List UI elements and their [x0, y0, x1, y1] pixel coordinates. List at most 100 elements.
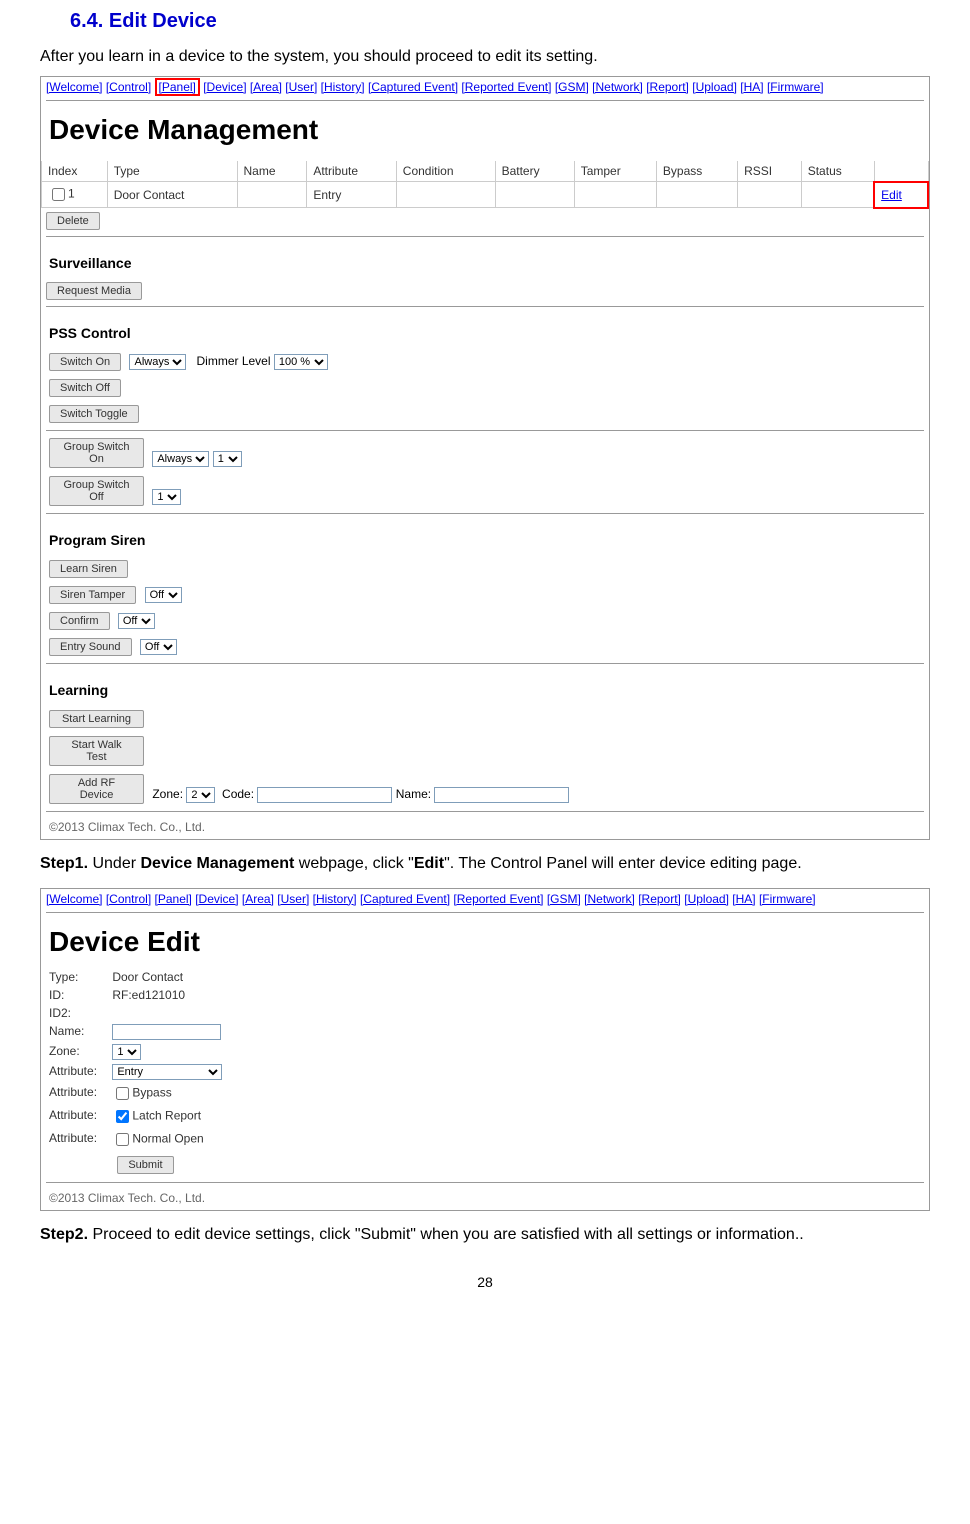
nav-captured-event[interactable]: [Captured Event] — [368, 80, 458, 94]
bypass-label: Bypass — [132, 1085, 171, 1099]
nav-report[interactable]: [Report] — [646, 80, 689, 94]
zone-select[interactable]: 2 — [186, 787, 215, 803]
col-type: Type — [107, 161, 237, 182]
separator — [46, 663, 924, 664]
cell-status — [801, 182, 874, 208]
zone-label: Zone: — [152, 787, 183, 801]
separator — [46, 1182, 924, 1183]
cell-rssi — [738, 182, 802, 208]
switch-toggle-button[interactable]: Switch Toggle — [49, 405, 139, 423]
group-off-num-select[interactable]: 1 — [152, 489, 181, 505]
step1-t3: ". The Control Panel will enter device e… — [444, 855, 802, 872]
bypass-checkbox[interactable] — [116, 1087, 129, 1100]
siren-tamper-select[interactable]: Off — [145, 587, 182, 603]
nav-network[interactable]: [Network] — [592, 80, 643, 94]
nav-reported-event[interactable]: [Reported Event] — [461, 80, 551, 94]
nav-device[interactable]: [Device] — [203, 80, 246, 94]
group-switch-off-button[interactable]: Group Switch Off — [49, 476, 144, 506]
nav-bar: [Welcome] [Control] [Panel] [Device] [Ar… — [41, 77, 929, 97]
nav-control[interactable]: [Control] — [106, 892, 151, 906]
latch-checkbox[interactable] — [116, 1110, 129, 1123]
nav-upload[interactable]: [Upload] — [684, 892, 729, 906]
pss-control-heading: PSS Control — [41, 310, 929, 349]
nav-bar-2: [Welcome] [Control] [Panel] [Device] [Ar… — [41, 889, 929, 909]
entry-sound-button[interactable]: Entry Sound — [49, 638, 132, 656]
nav-welcome[interactable]: [Welcome] — [46, 80, 102, 94]
add-rf-device-button[interactable]: Add RF Device — [49, 774, 144, 804]
zone-label-2: Zone: — [49, 1044, 109, 1058]
nav-firmware[interactable]: [Firmware] — [759, 892, 816, 906]
page-heading: Device Management — [41, 104, 929, 156]
nav-user[interactable]: [User] — [277, 892, 309, 906]
switch-on-button[interactable]: Switch On — [49, 353, 121, 371]
nav-device[interactable]: [Device] — [195, 892, 238, 906]
normal-open-checkbox[interactable] — [116, 1133, 129, 1146]
zone-select-2[interactable]: 1 — [112, 1044, 141, 1060]
attr-label-2: Attribute: — [49, 1085, 109, 1099]
start-walk-test-button[interactable]: Start Walk Test — [49, 736, 144, 766]
screenshot-device-edit: [Welcome] [Control] [Panel] [Device] [Ar… — [40, 888, 930, 1211]
nav-upload[interactable]: [Upload] — [692, 80, 737, 94]
nav-panel[interactable]: [Panel] — [155, 892, 192, 906]
nav-area[interactable]: [Area] — [250, 80, 282, 94]
group-switch-on-button[interactable]: Group Switch On — [49, 438, 144, 468]
switch-off-button[interactable]: Switch Off — [49, 379, 121, 397]
attr-label-3: Attribute: — [49, 1108, 109, 1122]
col-status: Status — [801, 161, 874, 182]
step1-t1: Under — [92, 855, 140, 872]
separator — [46, 306, 924, 307]
row-checkbox[interactable] — [52, 188, 65, 201]
separator — [46, 811, 924, 812]
step2-text: Step2. Proceed to edit device settings, … — [40, 1226, 930, 1244]
nav-captured-event[interactable]: [Captured Event] — [360, 892, 450, 906]
id-value: RF:ed121010 — [112, 988, 185, 1002]
submit-button[interactable]: Submit — [117, 1156, 173, 1174]
id2-label: ID2: — [49, 1006, 109, 1020]
code-input[interactable] — [257, 787, 392, 803]
program-siren-heading: Program Siren — [41, 517, 929, 556]
nav-panel[interactable]: [Panel] — [159, 80, 196, 94]
confirm-button[interactable]: Confirm — [49, 612, 110, 630]
siren-tamper-button[interactable]: Siren Tamper — [49, 586, 136, 604]
separator — [46, 912, 924, 913]
switch-on-select[interactable]: Always — [129, 354, 186, 370]
confirm-select[interactable]: Off — [118, 613, 155, 629]
copyright: ©2013 Climax Tech. Co., Ltd. — [41, 815, 929, 839]
nav-user[interactable]: [User] — [285, 80, 317, 94]
col-edit — [874, 161, 928, 182]
entry-sound-select[interactable]: Off — [140, 639, 177, 655]
nav-network[interactable]: [Network] — [584, 892, 635, 906]
edit-link[interactable]: Edit — [881, 188, 902, 202]
step1-t2: webpage, click " — [294, 855, 414, 872]
name-input[interactable] — [434, 787, 569, 803]
nav-area[interactable]: [Area] — [242, 892, 274, 906]
nav-control[interactable]: [Control] — [106, 80, 151, 94]
nav-welcome[interactable]: [Welcome] — [46, 892, 102, 906]
nav-report[interactable]: [Report] — [638, 892, 681, 906]
attr-select[interactable]: Entry — [112, 1064, 222, 1080]
name-input-2[interactable] — [112, 1024, 221, 1040]
nav-gsm[interactable]: [GSM] — [555, 80, 589, 94]
learning-heading: Learning — [41, 667, 929, 706]
dimmer-select[interactable]: 100 % — [274, 354, 328, 370]
nav-ha[interactable]: [HA] — [740, 80, 763, 94]
col-tamper: Tamper — [574, 161, 656, 182]
nav-history[interactable]: [History] — [313, 892, 357, 906]
nav-history[interactable]: [History] — [321, 80, 365, 94]
nav-ha[interactable]: [HA] — [732, 892, 755, 906]
nav-gsm[interactable]: [GSM] — [547, 892, 581, 906]
group-on-num-select[interactable]: 1 — [213, 451, 242, 467]
col-bypass: Bypass — [656, 161, 737, 182]
learn-siren-button[interactable]: Learn Siren — [49, 560, 128, 578]
start-learning-button[interactable]: Start Learning — [49, 710, 144, 728]
step2-content: Proceed to edit device settings, click "… — [92, 1226, 803, 1243]
nav-firmware[interactable]: [Firmware] — [767, 80, 824, 94]
nav-reported-event[interactable]: [Reported Event] — [453, 892, 543, 906]
group-on-always-select[interactable]: Always — [152, 451, 209, 467]
request-media-button[interactable]: Request Media — [46, 282, 142, 300]
step1-prefix: Step1. — [40, 855, 92, 872]
cell-edit: Edit — [874, 182, 928, 208]
cell-index: 1 — [42, 182, 108, 208]
delete-button[interactable]: Delete — [46, 212, 100, 230]
index-value: 1 — [68, 187, 75, 201]
